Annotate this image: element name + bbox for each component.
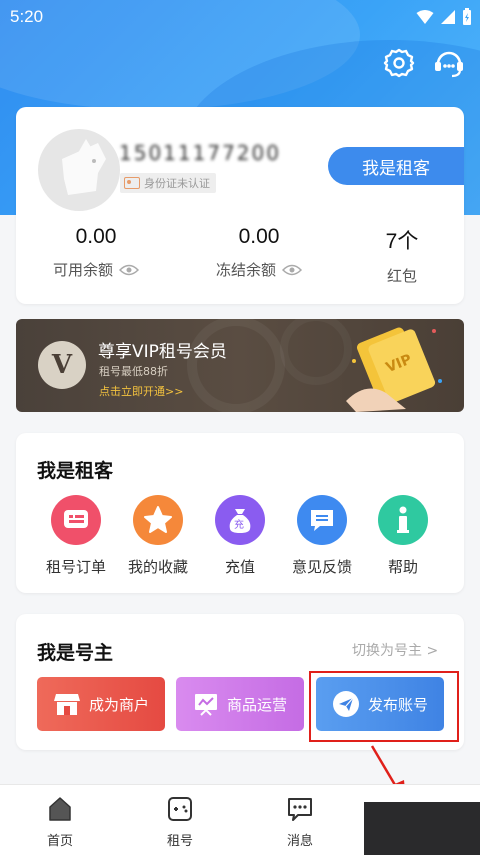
svg-text:充: 充 [234, 518, 244, 531]
vip-subtitle: 租号最低88折 [99, 365, 168, 378]
switch-to-owner-link[interactable]: 切换为号主 > [352, 640, 438, 660]
store-icon [53, 694, 80, 715]
dog-avatar-icon [62, 139, 106, 195]
tenant-item-label: 帮助 [387, 558, 418, 576]
product-operation-button[interactable]: 商品运营 [176, 677, 304, 731]
nav-item-profile-redacted[interactable] [364, 802, 480, 855]
tenant-item-help[interactable]: 帮助 [363, 495, 443, 577]
customer-service-button[interactable] [432, 46, 466, 80]
wifi-icon [416, 10, 434, 24]
tenant-item-feedback[interactable]: 意见反馈 [282, 495, 362, 577]
highlight-box [309, 671, 459, 742]
username: 15011177200 [119, 141, 281, 165]
avatar[interactable] [38, 129, 120, 211]
vip-cta[interactable]: 点击立即开通>> [99, 383, 183, 399]
eye-icon[interactable] [282, 264, 302, 276]
chart-board-icon [194, 694, 217, 716]
gamepad-icon [168, 797, 192, 821]
settings-button[interactable] [382, 46, 416, 80]
moneybag-icon: 充 [215, 495, 265, 545]
vip-card-icon: VIP [346, 327, 442, 412]
tenant-item-favorites[interactable]: 我的收藏 [118, 495, 198, 577]
profile-card: 15011177200 身份证未认证 0.00 可用余额 0.00 冻结余额 7… [16, 107, 464, 304]
tenant-item-label: 充值 [224, 558, 255, 576]
nav-item-home[interactable]: 首页 [20, 795, 100, 849]
message-icon [288, 798, 312, 821]
nav-label: 首页 [46, 834, 73, 849]
signal-icon [441, 10, 455, 24]
id-verification-badge[interactable]: 身份证未认证 [120, 173, 216, 193]
tenant-item-recharge[interactable]: 充 充值 [200, 495, 280, 577]
owner-button-label: 成为商户 [88, 695, 149, 714]
vip-title: 尊享VIP租号会员 [98, 342, 227, 362]
vip-banner[interactable]: V 尊享VIP租号会员 租号最低88折 点击立即开通>> VIP [16, 319, 464, 412]
stat-value: 0.00 [238, 225, 280, 248]
battery-icon [463, 8, 471, 25]
tenant-item-orders[interactable]: 租号订单 [36, 495, 116, 577]
star-icon [133, 495, 183, 545]
status-icons [416, 8, 472, 26]
info-icon [378, 495, 428, 545]
id-card-icon [124, 177, 140, 189]
nav-label: 租号 [166, 834, 193, 849]
owner-section-title: 我是号主 [37, 642, 114, 664]
nav-label: 消息 [286, 834, 313, 849]
order-icon [51, 495, 101, 545]
stat-value: 7个 [385, 230, 419, 253]
feedback-icon [297, 495, 347, 545]
home-icon [49, 797, 71, 821]
role-tenant-button[interactable]: 我是租客 [328, 147, 464, 185]
tenant-item-label: 意见反馈 [291, 558, 352, 576]
stat-value: 0.00 [75, 225, 117, 248]
customer-service-icon [435, 51, 463, 78]
stat-label: 红包 [386, 267, 417, 285]
stat-red-packets[interactable]: 7个 红包 [332, 225, 472, 286]
stat-available-balance[interactable]: 0.00 可用余额 [26, 225, 166, 280]
stat-label: 冻结余额 [215, 261, 276, 279]
nav-item-rent[interactable]: 租号 [140, 795, 220, 849]
id-status-label: 身份证未认证 [144, 177, 210, 190]
status-bar: 5:20 [0, 0, 480, 34]
status-time: 5:20 [10, 7, 44, 26]
stat-label: 可用余额 [52, 261, 113, 279]
become-merchant-button[interactable]: 成为商户 [37, 677, 165, 731]
eye-icon[interactable] [119, 264, 139, 276]
tenant-item-label: 我的收藏 [127, 558, 188, 576]
vip-logo: V [38, 341, 86, 389]
owner-button-label: 商品运营 [226, 695, 287, 714]
nav-item-messages[interactable]: 消息 [260, 795, 340, 849]
gear-icon [383, 48, 415, 78]
tenant-item-label: 租号订单 [45, 558, 106, 576]
tenant-section-title: 我是租客 [37, 460, 114, 482]
stat-frozen-balance[interactable]: 0.00 冻结余额 [189, 225, 329, 280]
